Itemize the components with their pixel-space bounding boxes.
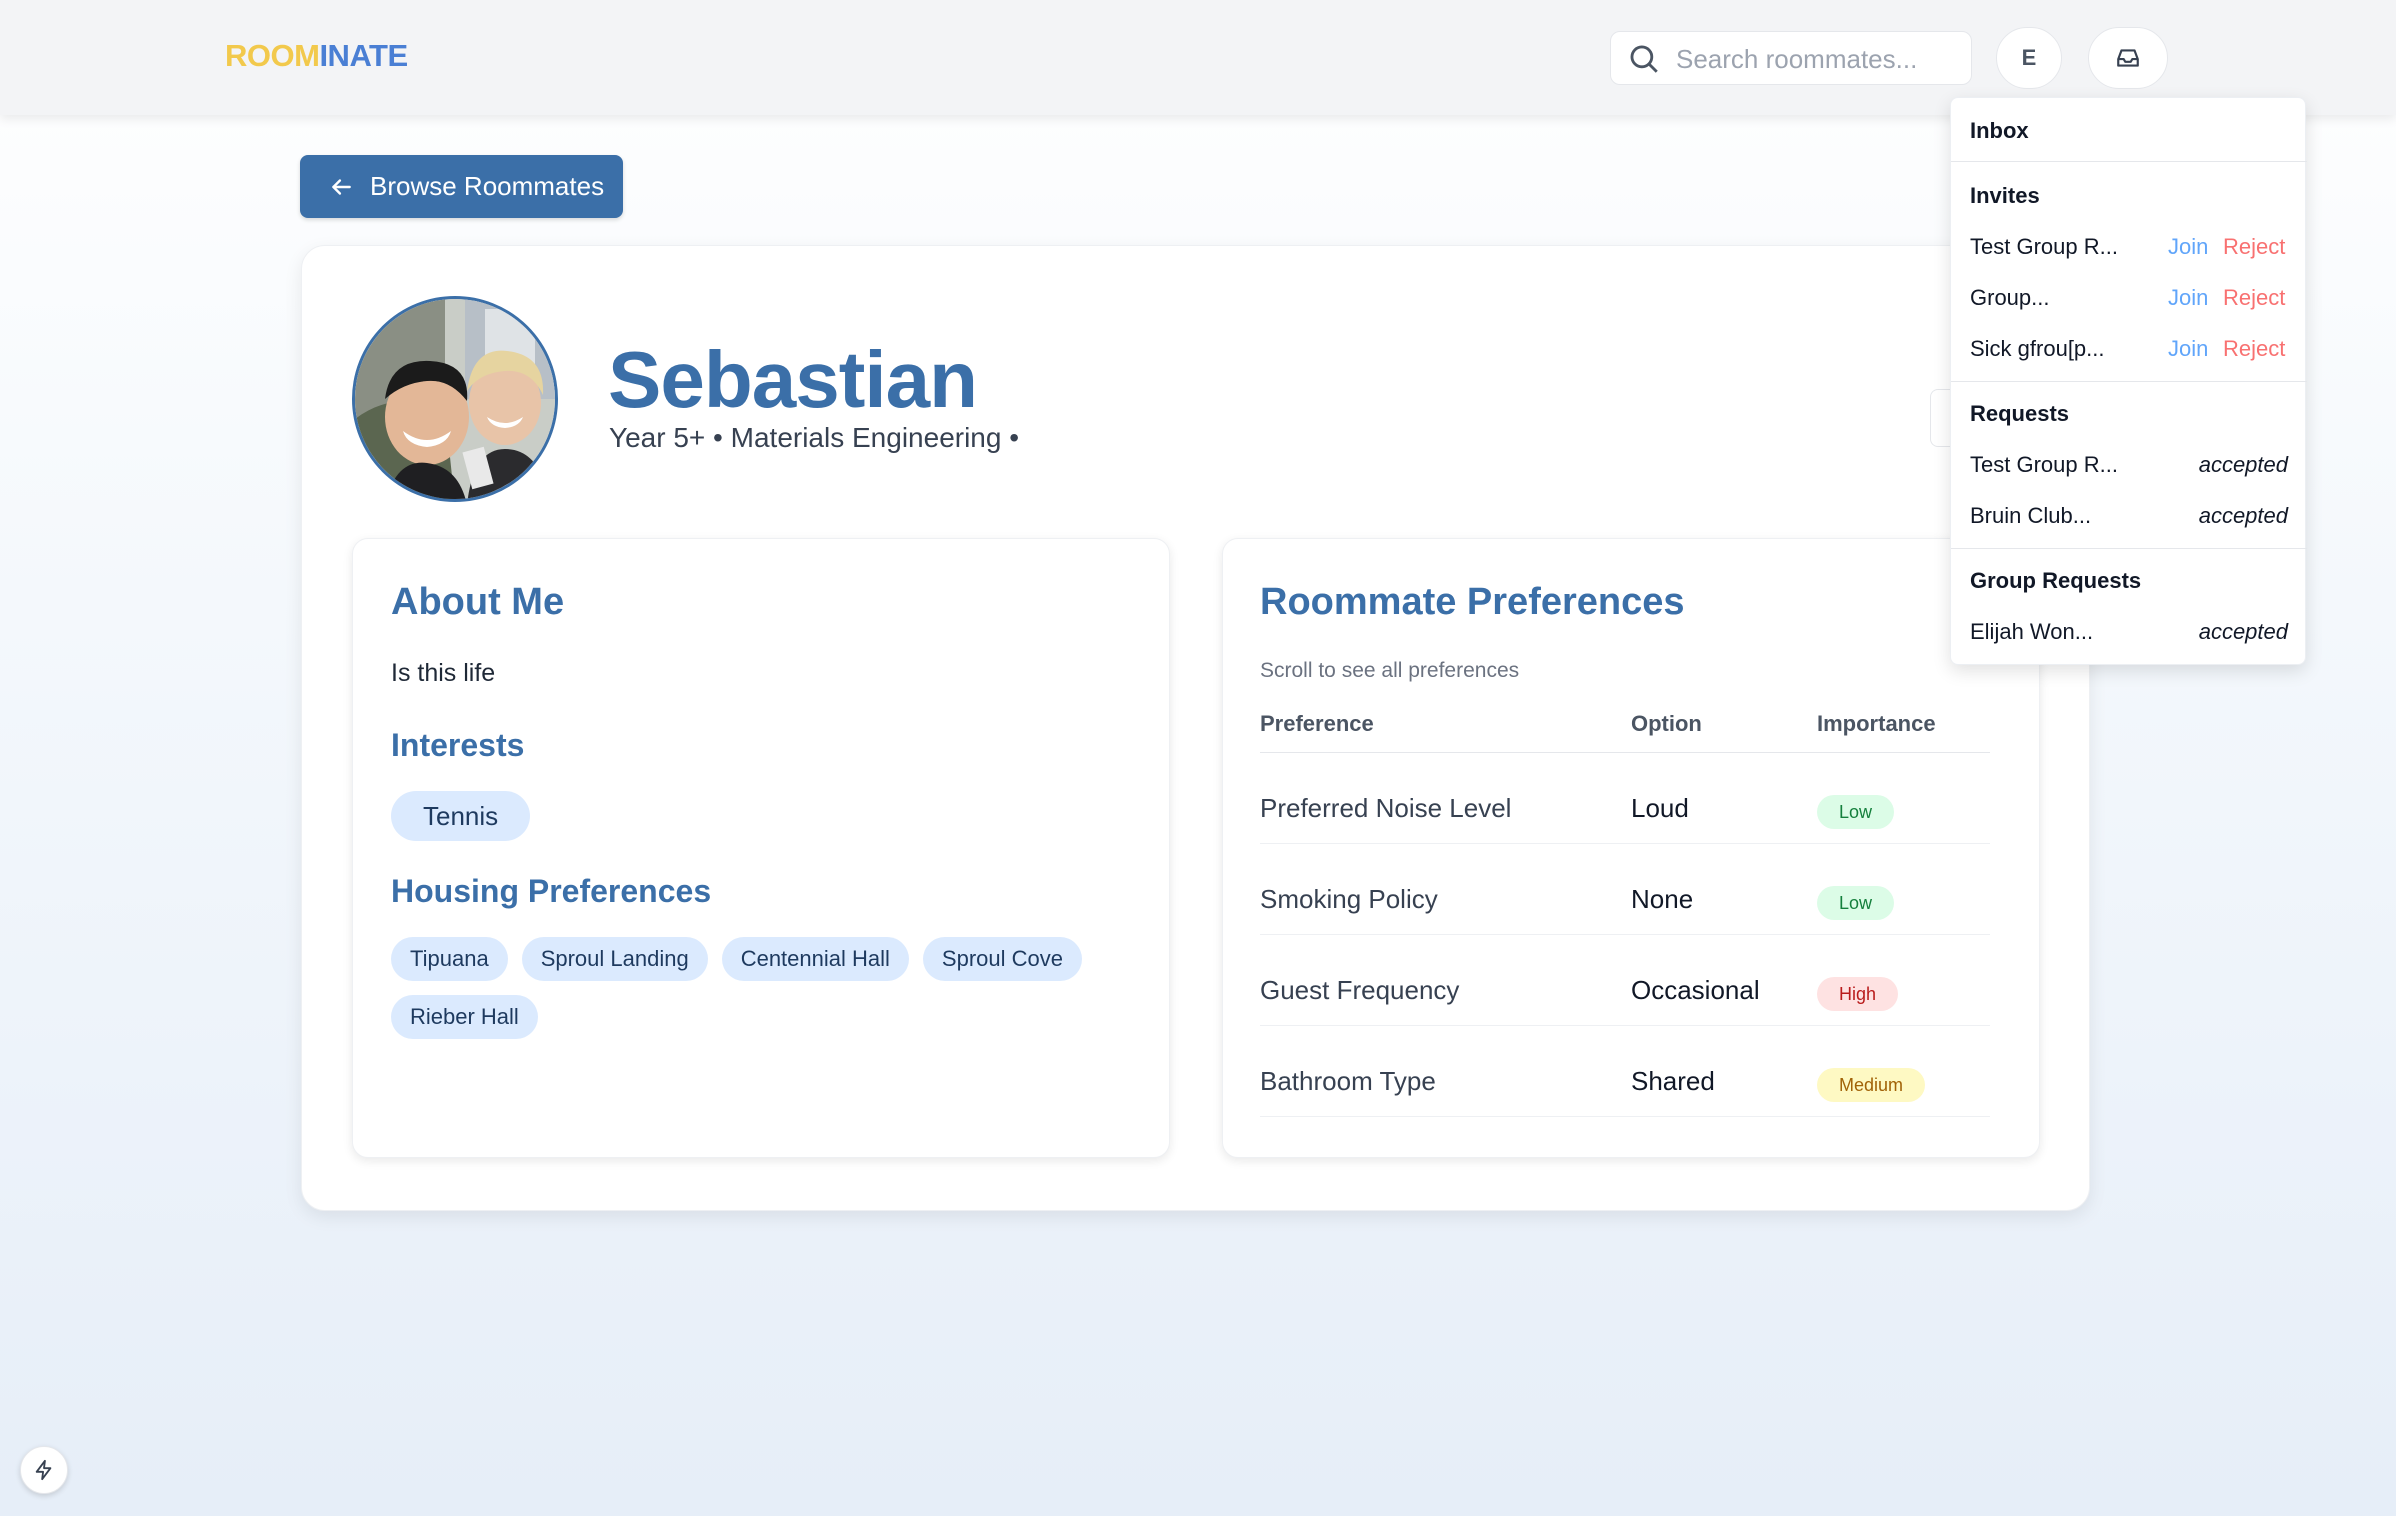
request-name: Bruin Club... [1970, 503, 2092, 528]
preference-name: Bathroom Type [1260, 1066, 1436, 1096]
preference-name: Guest Frequency [1260, 975, 1460, 1005]
profile-card: Sebastian Year 5+ • Materials Engineerin… [301, 245, 2090, 1211]
join-button[interactable]: Join [2168, 336, 2208, 362]
join-button[interactable]: Join [2168, 285, 2208, 311]
inbox-button[interactable] [2088, 27, 2168, 89]
inbox-icon [2117, 49, 2139, 67]
join-button[interactable]: Join [2168, 234, 2208, 260]
reject-button[interactable]: Reject [2223, 336, 2285, 362]
invite-item: Sick gfrou[p... Join Reject [1970, 334, 2288, 368]
request-item[interactable]: Bruin Club... accepted [1970, 501, 2288, 535]
inbox-dropdown: Inbox Invites Test Group R... Join Rejec… [1950, 97, 2307, 665]
user-initial: E [2021, 45, 2037, 70]
housing-title: Housing Preferences [391, 873, 712, 909]
housing-chip: Sproul Cove [922, 937, 1082, 981]
group-request-item[interactable]: Elijah Won... accepted [1970, 617, 2288, 651]
about-title: About Me [391, 581, 565, 623]
table-row: Guest Frequency Occasional High [1260, 935, 1990, 1026]
column-header-preference: Preference [1260, 711, 1374, 736]
column-header-importance: Importance [1817, 711, 1936, 736]
app-logo[interactable]: ROOMINATE [225, 38, 408, 74]
interest-chip: Tennis [391, 791, 531, 841]
reject-button[interactable]: Reject [2223, 234, 2285, 260]
preference-name: Preferred Noise Level [1260, 793, 1512, 823]
divider [1951, 161, 2307, 162]
importance-badge: High [1817, 977, 1899, 1011]
search-icon [1630, 45, 1658, 73]
request-status: accepted [2198, 452, 2288, 477]
arrow-left-icon [332, 178, 351, 195]
invite-name: Test Group R... [1970, 234, 2118, 259]
housing-chip-list: Tipuana Sproul Landing Centennial Hall S… [391, 937, 1131, 1039]
preferences-table-header: Preference Option Importance [1260, 707, 1990, 753]
importance-badge: Medium [1817, 1068, 1926, 1102]
preferences-title: Roommate Preferences [1260, 581, 1685, 623]
housing-chip: Sproul Landing [521, 937, 708, 981]
browse-roommates-label: Browse Roommates [370, 171, 605, 201]
reject-button[interactable]: Reject [2223, 285, 2285, 311]
search-input[interactable] [1676, 42, 1956, 76]
group-request-status: accepted [2198, 619, 2288, 644]
invite-name: Group... [1970, 285, 2050, 310]
invite-item: Group... Join Reject [1970, 283, 2288, 317]
housing-chip: Rieber Hall [391, 995, 538, 1039]
inbox-title: Inbox [1970, 118, 2029, 143]
preference-option: Loud [1631, 793, 1689, 823]
importance-badge: Low [1817, 795, 1895, 829]
preference-name: Smoking Policy [1260, 884, 1438, 914]
group-request-name: Elijah Won... [1970, 619, 2094, 644]
importance-badge: Low [1817, 886, 1895, 920]
invite-name: Sick gfrou[p... [1970, 336, 2105, 361]
preference-option: None [1631, 884, 1694, 914]
search-box[interactable] [1610, 31, 1972, 85]
interests-title: Interests [391, 727, 525, 763]
about-text: Is this life [391, 659, 496, 687]
column-header-option: Option [1631, 711, 1702, 736]
invites-title: Invites [1970, 183, 2040, 208]
table-row: Bathroom Type Shared Medium [1260, 1026, 1990, 1117]
requests-title: Requests [1970, 401, 2070, 426]
request-status: accepted [2198, 503, 2288, 528]
divider [1951, 548, 2307, 549]
divider [1951, 381, 2307, 382]
request-name: Test Group R... [1970, 452, 2118, 477]
profile-photo [352, 296, 558, 502]
group-requests-title: Group Requests [1970, 568, 2142, 593]
profile-name: Sebastian [608, 335, 978, 424]
lightning-icon [35, 1459, 52, 1481]
request-item[interactable]: Test Group R... accepted [1970, 450, 2288, 484]
dev-tools-button[interactable] [20, 1446, 68, 1494]
invite-item: Test Group R... Join Reject [1970, 232, 2288, 266]
table-row: Preferred Noise Level Loud Low [1260, 753, 1990, 844]
preference-option: Occasional [1631, 975, 1760, 1005]
browse-roommates-button[interactable]: Browse Roommates [300, 155, 623, 218]
roommate-preferences-card[interactable]: Roommate Preferences Scroll to see all p… [1222, 538, 2040, 1158]
scroll-hint: Scroll to see all preferences [1260, 659, 1520, 682]
housing-chip: Tipuana [391, 937, 508, 981]
user-avatar-button[interactable]: E [1996, 27, 2062, 89]
about-card: About Me Is this life Interests Tennis H… [352, 538, 1170, 1158]
table-row: Smoking Policy None Low [1260, 844, 1990, 935]
profile-subtitle: Year 5+ • Materials Engineering • [609, 422, 1020, 453]
housing-chip: Centennial Hall [721, 937, 909, 981]
preference-option: Shared [1631, 1066, 1715, 1096]
